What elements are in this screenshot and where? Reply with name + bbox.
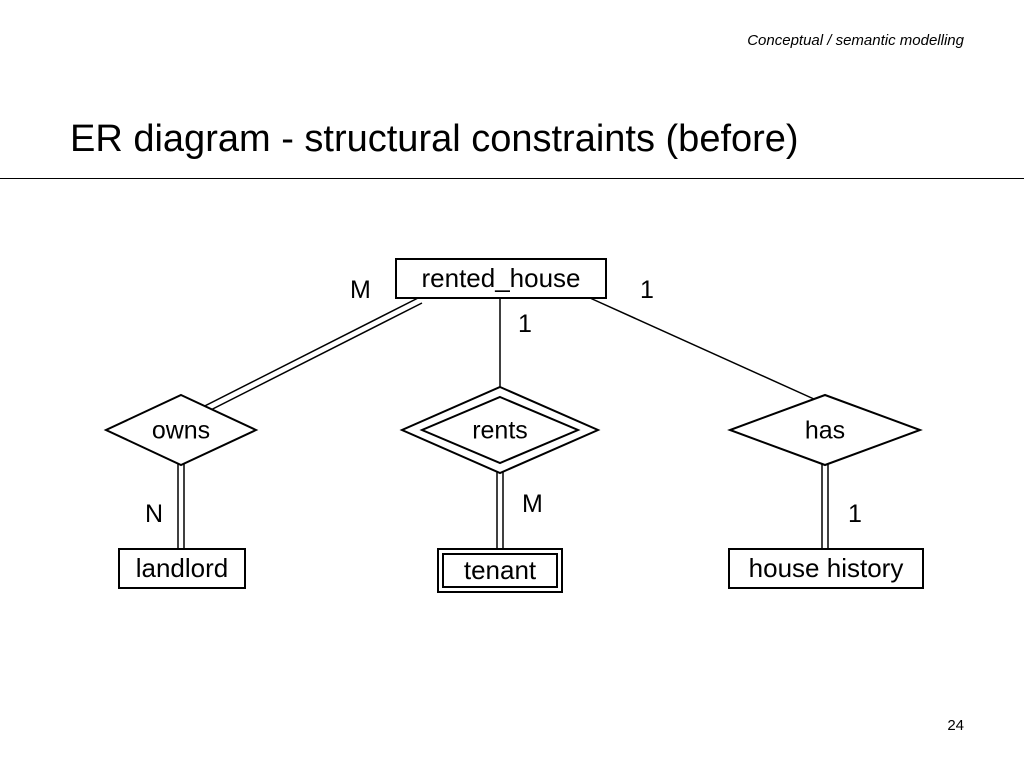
entity-house-history-label: house history <box>730 550 922 587</box>
cardinality-rents-top: 1 <box>518 310 532 339</box>
cardinality-rents-bottom: M <box>522 490 543 519</box>
edge-rentedhouse-has <box>590 298 825 404</box>
diagram-svg: owns rents has <box>0 0 1024 768</box>
cardinality-owns-top: M <box>350 276 371 305</box>
cardinality-owns-bottom: N <box>145 500 163 529</box>
entity-house-history: house history <box>728 548 924 589</box>
er-diagram: owns rents has rented_house landlord ten… <box>0 0 1024 768</box>
entity-tenant: tenant <box>437 548 563 593</box>
cardinality-has-top: 1 <box>640 276 654 305</box>
relationship-rents-label: rents <box>472 417 528 445</box>
edge-rentedhouse-owns-a <box>181 297 420 418</box>
entity-tenant-label: tenant <box>444 555 556 586</box>
entity-rented-house: rented_house <box>395 258 607 299</box>
entity-landlord-label: landlord <box>120 550 244 587</box>
cardinality-has-bottom: 1 <box>848 500 862 529</box>
entity-landlord: landlord <box>118 548 246 589</box>
relationship-has-label: has <box>805 417 845 445</box>
relationship-owns-label: owns <box>152 417 210 445</box>
entity-rented-house-label: rented_house <box>397 260 605 297</box>
edge-rentedhouse-owns-b <box>183 303 422 424</box>
